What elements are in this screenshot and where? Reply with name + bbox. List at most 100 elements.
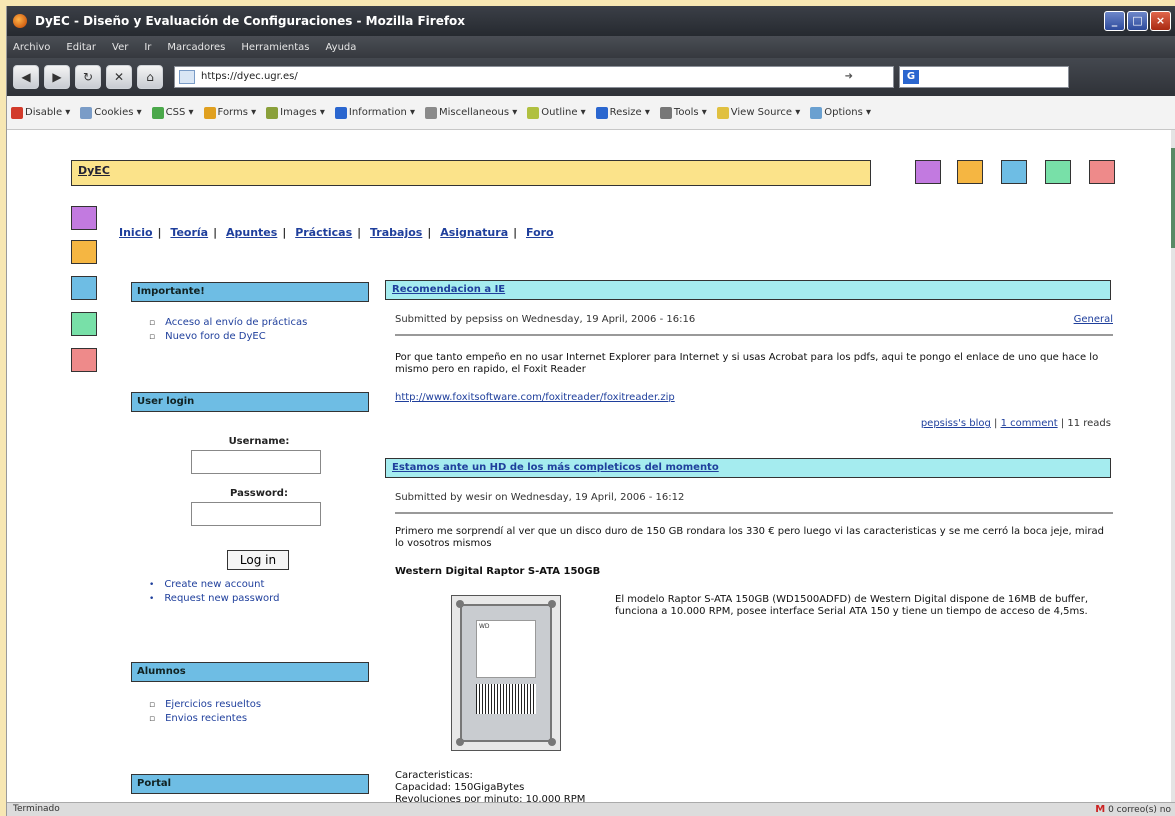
devbar-resize[interactable]: Resize ▾ xyxy=(595,106,650,119)
gmail-notifier[interactable]: M 0 correo(s) no xyxy=(1095,803,1171,816)
tab-asignatura[interactable]: Asignatura xyxy=(440,226,508,239)
menu-marcadores[interactable]: Marcadores xyxy=(167,42,225,53)
url-text: https://dyec.ugr.es/ xyxy=(201,71,298,82)
side-color-square-green[interactable] xyxy=(71,312,97,336)
tab-practicas[interactable]: Prácticas xyxy=(295,226,352,239)
screw-hole xyxy=(548,600,556,608)
page-content: DyEC Inicio | Teoría | Apuntes | Prácticas |… xyxy=(7,130,1173,802)
login-links: Create new account Request new password xyxy=(149,578,279,606)
status-text: Terminado xyxy=(13,804,60,814)
url-bar[interactable]: https://dyec.ugr.es/ ➜ xyxy=(174,66,894,88)
specs-title: Caracteristicas: xyxy=(395,770,473,781)
scrollbar-thumb[interactable] xyxy=(1171,148,1175,248)
tab-inicio[interactable]: Inicio xyxy=(119,226,153,239)
site-header: DyEC xyxy=(71,160,871,186)
devbar-outline[interactable]: Outline ▾ xyxy=(527,106,586,119)
tab-teoria[interactable]: Teoría xyxy=(170,226,208,239)
devbar-miscellaneous[interactable]: Miscellaneous ▾ xyxy=(424,106,517,119)
forward-button[interactable]: ▶ xyxy=(44,65,70,89)
web-developer-toolbar: Disable ▾ Cookies ▾ CSS ▾ Forms ▾ Images ▾ In… xyxy=(7,96,1175,130)
password-label: Password: xyxy=(230,488,288,499)
alumnos-link-envios[interactable]: Envios recientes xyxy=(149,712,261,726)
cookies-icon xyxy=(80,106,93,119)
login-button[interactable]: Log in xyxy=(227,550,289,570)
post-title-link[interactable]: Estamos ante un HD de los más completico… xyxy=(392,462,719,473)
back-arrow-icon: ◀ xyxy=(21,70,31,84)
back-button[interactable]: ◀ xyxy=(13,65,39,89)
foxit-download-link[interactable]: http://www.foxitsoftware.com/foxitreader… xyxy=(395,392,675,403)
menu-editar[interactable]: Editar xyxy=(66,42,96,53)
outline-icon xyxy=(527,106,540,119)
devbar-view-source[interactable]: View Source ▾ xyxy=(716,106,800,119)
view-source-icon xyxy=(716,106,729,119)
window-title: DyEC - Diseño y Evaluación de Configurac… xyxy=(35,14,466,28)
devbar-information[interactable]: Information ▾ xyxy=(334,106,415,119)
post-body: Primero me sorprendí al ver que un disco… xyxy=(395,526,1104,549)
side-color-square-red[interactable] xyxy=(71,348,97,372)
miscellaneous-icon xyxy=(424,106,437,119)
spec-rpm: Revoluciones por minuto: 10.000 RPM xyxy=(395,794,586,802)
login-block-title: User login xyxy=(131,392,369,412)
forward-arrow-icon: ▶ xyxy=(52,70,62,84)
menu-herramientas[interactable]: Herramientas xyxy=(241,42,309,53)
devbar-label: Options ▾ xyxy=(824,107,872,118)
color-square-orange[interactable] xyxy=(957,160,983,184)
devbar-images[interactable]: Images ▾ xyxy=(266,106,325,119)
color-square-red[interactable] xyxy=(1089,160,1115,184)
search-box[interactable]: G xyxy=(899,66,1069,88)
devbar-tools[interactable]: Tools ▾ xyxy=(659,106,707,119)
password-field[interactable] xyxy=(191,502,321,526)
menu-ir[interactable]: Ir xyxy=(144,42,151,53)
alumnos-link-ejercicios[interactable]: Ejercicios resueltos xyxy=(149,698,261,712)
information-icon xyxy=(334,106,347,119)
devbar-forms[interactable]: Forms ▾ xyxy=(203,106,256,119)
important-link-envio[interactable]: Acceso al envío de prácticas xyxy=(149,316,307,330)
menu-ver[interactable]: Ver xyxy=(112,42,128,53)
maximize-button[interactable]: □ xyxy=(1127,11,1148,31)
devbar-label: Resize ▾ xyxy=(609,107,650,118)
go-icon[interactable]: ➜ xyxy=(845,67,853,87)
request-password-link[interactable]: Request new password xyxy=(149,592,279,606)
home-icon: ⌂ xyxy=(146,70,154,84)
color-square-green[interactable] xyxy=(1045,160,1071,184)
important-link-foro[interactable]: Nuevo foro de DyEC xyxy=(149,330,307,344)
devbar-label: Images ▾ xyxy=(280,107,325,118)
post-title-box: Estamos ante un HD de los más completico… xyxy=(385,458,1111,478)
comments-link[interactable]: 1 comment xyxy=(1001,418,1058,429)
color-square-blue[interactable] xyxy=(1001,160,1027,184)
menu-ayuda[interactable]: Ayuda xyxy=(326,42,357,53)
hard-drive-casing: WD xyxy=(460,604,552,742)
side-color-square-blue[interactable] xyxy=(71,276,97,300)
tab-apuntes[interactable]: Apuntes xyxy=(226,226,277,239)
site-name-link[interactable]: DyEC xyxy=(78,164,110,177)
reload-icon: ↻ xyxy=(82,70,94,84)
tab-foro[interactable]: Foro xyxy=(526,226,554,239)
post-category-link[interactable]: General xyxy=(1074,314,1113,325)
tab-trabajos[interactable]: Trabajos xyxy=(370,226,422,239)
reload-button[interactable]: ↻ xyxy=(75,65,101,89)
status-bar: Terminado M 0 correo(s) no xyxy=(7,802,1175,816)
home-button[interactable]: ⌂ xyxy=(137,65,163,89)
post-body: Por que tanto empeño en no usar Internet… xyxy=(395,352,1099,375)
alumnos-list: Ejercicios resueltos Envios recientes xyxy=(149,698,261,726)
minimize-button[interactable]: _ xyxy=(1104,11,1125,31)
css-icon xyxy=(151,106,164,119)
devbar-disable[interactable]: Disable ▾ xyxy=(11,106,70,119)
side-color-square-orange[interactable] xyxy=(71,240,97,264)
color-square-purple[interactable] xyxy=(915,160,941,184)
vertical-scrollbar[interactable] xyxy=(1171,130,1175,802)
google-icon[interactable]: G xyxy=(903,70,919,84)
devbar-cookies[interactable]: Cookies ▾ xyxy=(80,106,142,119)
side-color-square-purple[interactable] xyxy=(71,206,97,230)
stop-button[interactable]: ✕ xyxy=(106,65,132,89)
blog-link[interactable]: pepsiss's blog xyxy=(921,418,991,429)
menu-archivo[interactable]: Archivo xyxy=(13,42,50,53)
create-account-link[interactable]: Create new account xyxy=(149,578,279,592)
images-icon xyxy=(266,106,279,119)
username-label: Username: xyxy=(228,436,290,447)
post-title-link[interactable]: Recomendacion a IE xyxy=(392,284,505,295)
devbar-css[interactable]: CSS ▾ xyxy=(151,106,194,119)
close-button[interactable]: × xyxy=(1150,11,1171,31)
username-field[interactable] xyxy=(191,450,321,474)
devbar-options[interactable]: Options ▾ xyxy=(810,106,872,119)
